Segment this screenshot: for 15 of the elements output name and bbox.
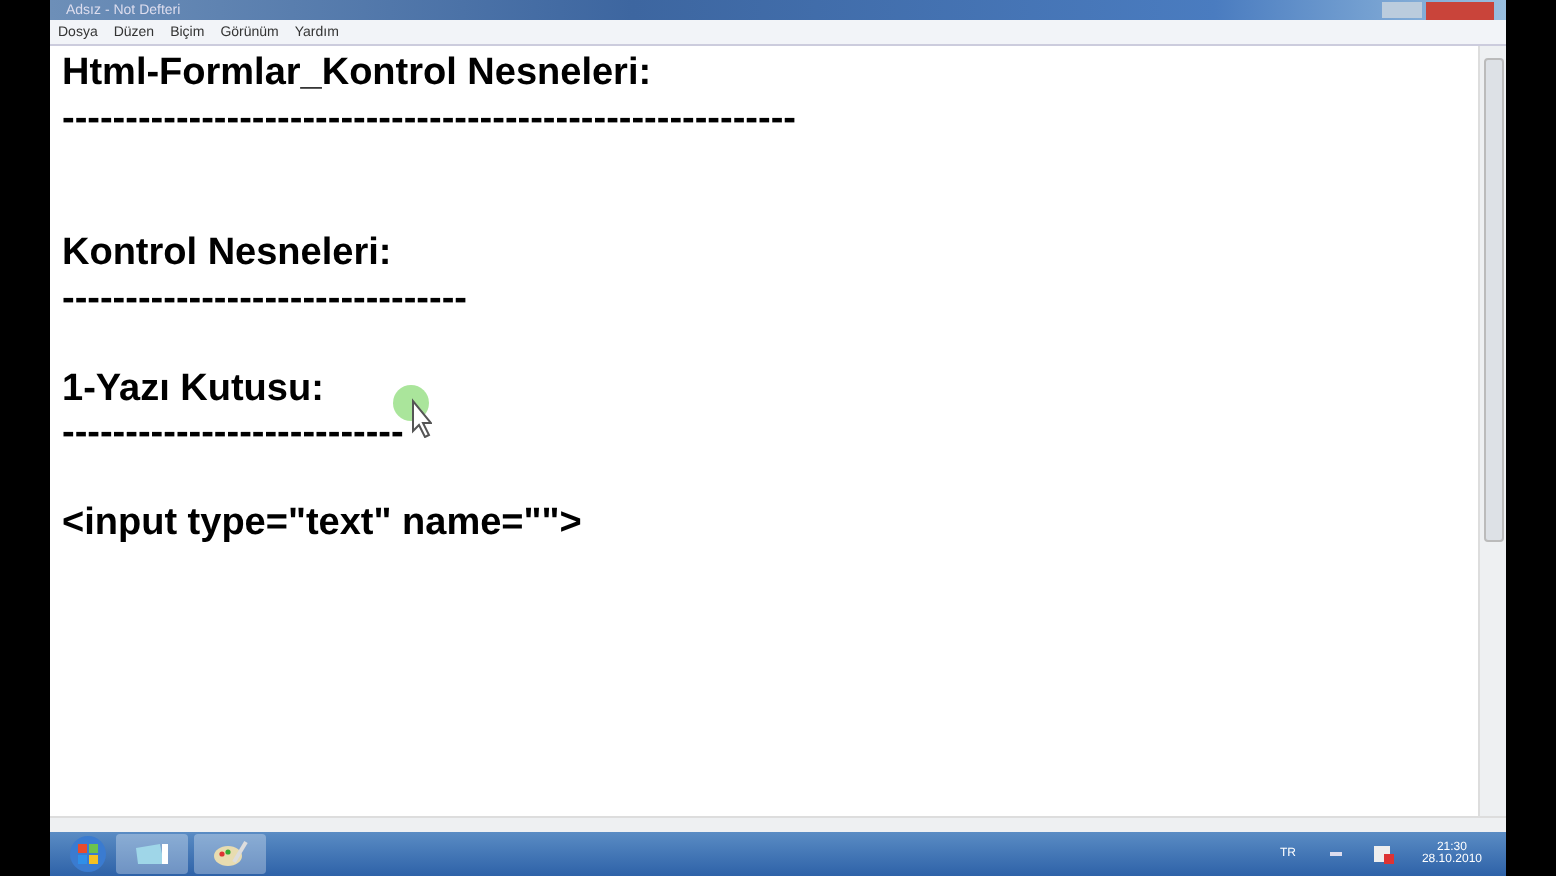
notepad-icon bbox=[132, 840, 172, 868]
text-line: 1-Yazı Kutusu: bbox=[62, 367, 324, 412]
text-line: -------------------------------- bbox=[62, 277, 467, 322]
text-line: ---------------------------------------------------------- bbox=[62, 97, 796, 142]
text-line: Html-Formlar_Kontrol Nesneleri: bbox=[62, 52, 652, 97]
horizontal-scrollbar[interactable] bbox=[50, 816, 1506, 832]
start-button[interactable] bbox=[66, 834, 110, 874]
taskbar-paint-button[interactable] bbox=[194, 834, 266, 874]
vertical-scrollbar[interactable] bbox=[1478, 46, 1506, 816]
text-line: <input type="text" name=""> bbox=[62, 502, 582, 547]
palette-icon bbox=[210, 840, 250, 868]
text-line: --------------------------- bbox=[62, 412, 404, 457]
text-line: Kontrol Nesneleri: bbox=[62, 232, 392, 277]
close-button[interactable] bbox=[1426, 1, 1494, 19]
taskbar-notepad-button[interactable] bbox=[116, 834, 188, 874]
